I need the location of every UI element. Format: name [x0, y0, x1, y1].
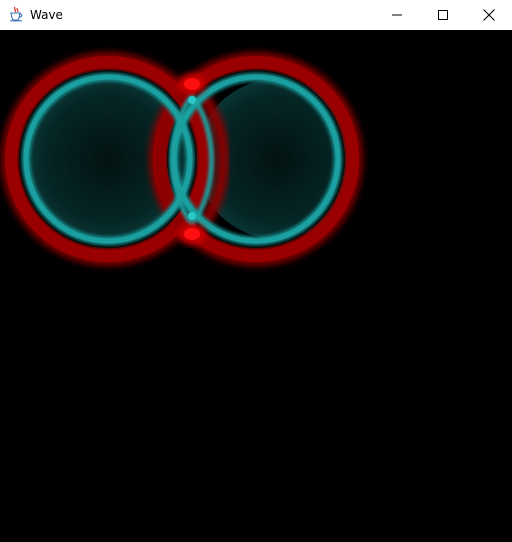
close-icon: [483, 9, 495, 21]
close-button[interactable]: [466, 0, 512, 30]
app-window: Wave: [0, 0, 512, 542]
top-cyan-node: [188, 96, 196, 104]
wave-canvas[interactable]: [0, 30, 512, 542]
bottom-cyan-node: [188, 212, 196, 220]
window-title: Wave: [30, 8, 63, 22]
maximize-icon: [438, 10, 448, 20]
java-coffee-cup-icon: [8, 6, 24, 22]
maximize-button[interactable]: [420, 0, 466, 30]
minimize-button[interactable]: [374, 0, 420, 30]
minimize-icon: [392, 10, 402, 20]
top-intersection-core: [184, 78, 200, 90]
wave-interference-drawing: [1, 52, 363, 266]
title-bar[interactable]: Wave: [0, 0, 512, 30]
bottom-intersection-core: [184, 228, 200, 240]
